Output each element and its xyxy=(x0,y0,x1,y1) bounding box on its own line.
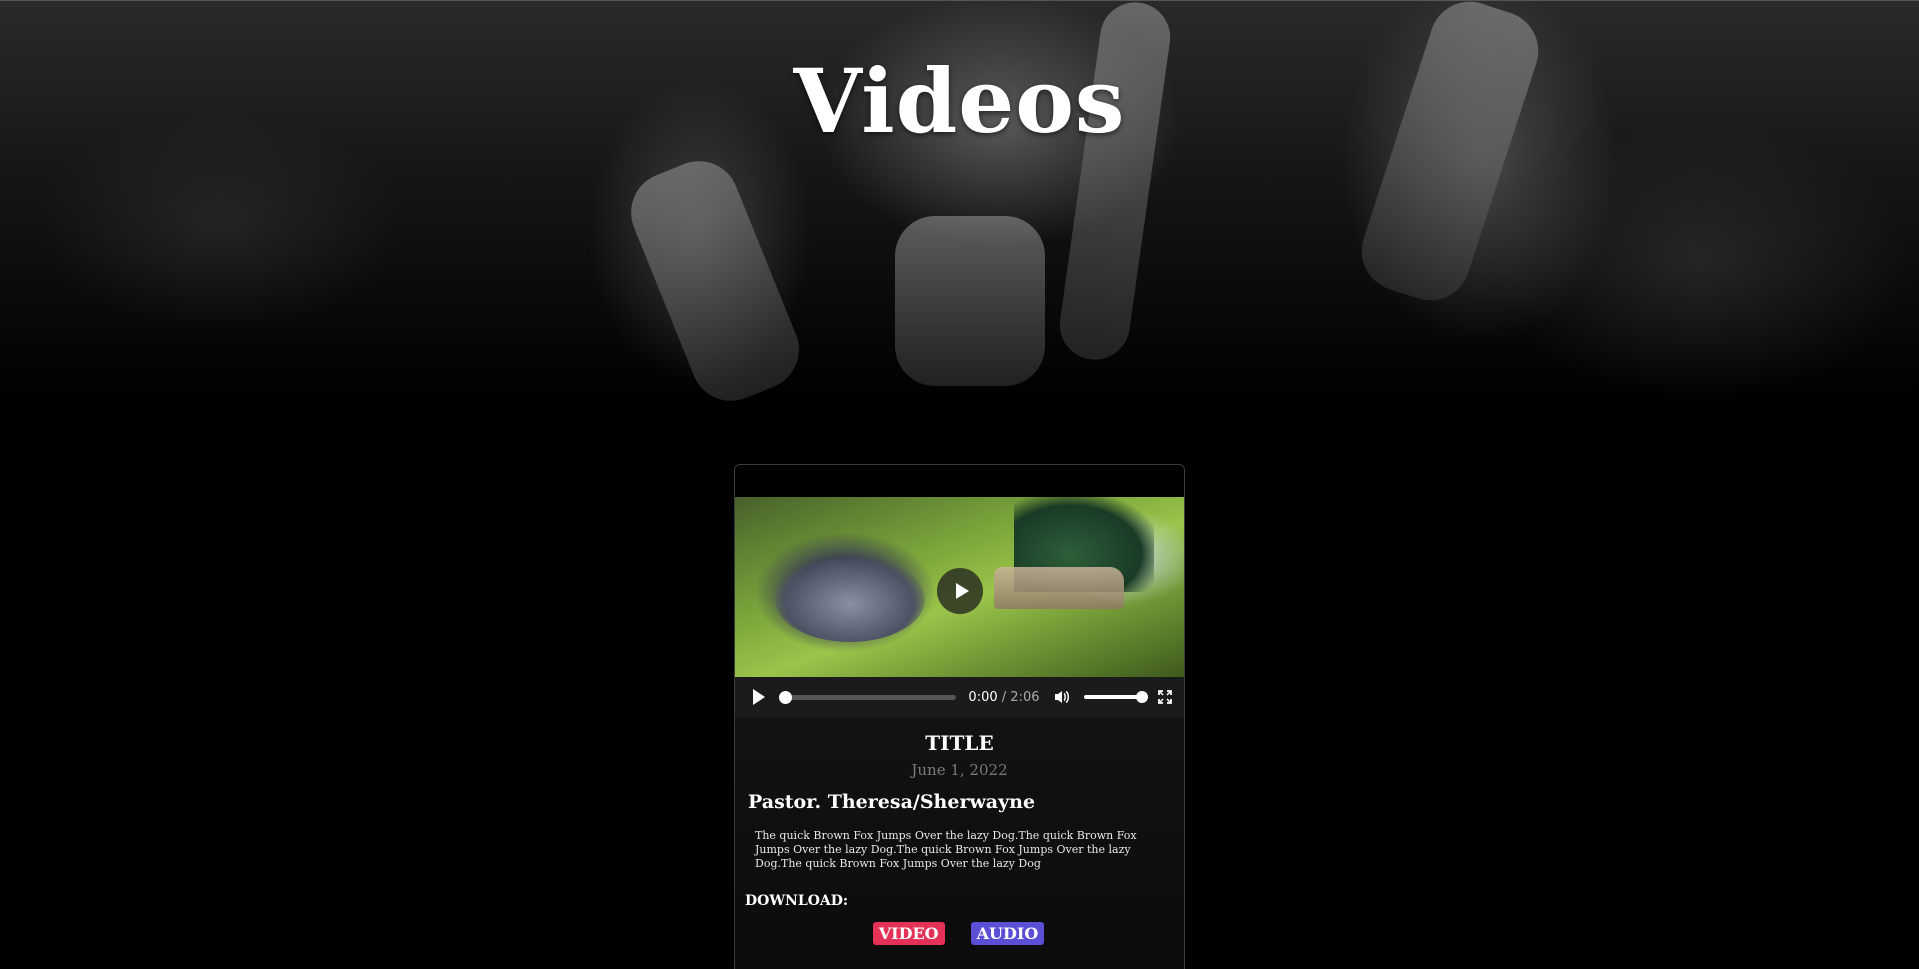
video-controls: 0:00 / 2:06 xyxy=(735,677,1184,717)
page-title: Videos xyxy=(793,49,1126,153)
fullscreen-icon[interactable] xyxy=(1158,690,1172,704)
hero-background-image-2 xyxy=(895,216,1045,386)
card-top-bar xyxy=(735,465,1184,497)
video-player[interactable] xyxy=(735,497,1184,677)
time-separator: / xyxy=(1001,689,1007,705)
play-overlay-button[interactable] xyxy=(937,568,983,614)
sermon-description: The quick Brown Fox Jumps Over the lazy … xyxy=(755,829,1137,870)
download-buttons: VIDEO AUDIO xyxy=(735,922,1184,945)
volume-slider[interactable] xyxy=(1084,691,1148,703)
play-button[interactable] xyxy=(753,689,765,705)
download-audio-button[interactable]: AUDIO xyxy=(970,922,1045,945)
sermon-speaker: Pastor. Theresa/Sherwayne xyxy=(748,791,1036,813)
current-time: 0:00 xyxy=(968,689,998,705)
seek-handle[interactable] xyxy=(779,690,792,704)
sermon-title: TITLE xyxy=(925,731,994,755)
download-label: DOWNLOAD: xyxy=(745,893,849,909)
seek-bar[interactable] xyxy=(779,690,957,704)
play-icon xyxy=(955,583,969,599)
duration: 2:06 xyxy=(1010,689,1040,705)
hero-background-image xyxy=(1351,0,1549,311)
sermon-date: June 1, 2022 xyxy=(911,761,1008,779)
volume-icon[interactable] xyxy=(1054,689,1070,705)
volume-handle[interactable] xyxy=(1136,691,1148,703)
sermon-card: 0:00 / 2:06 TITLE June 1, 2022 Pastor. T… xyxy=(734,464,1185,969)
hero-banner: Videos xyxy=(0,0,1919,413)
hero-background-image-3 xyxy=(619,149,811,413)
video-thumbnail-rock xyxy=(994,567,1124,609)
time-display: 0:00 / 2:06 xyxy=(968,690,1040,705)
video-thumbnail-character xyxy=(775,557,925,642)
download-video-button[interactable]: VIDEO xyxy=(872,922,945,945)
